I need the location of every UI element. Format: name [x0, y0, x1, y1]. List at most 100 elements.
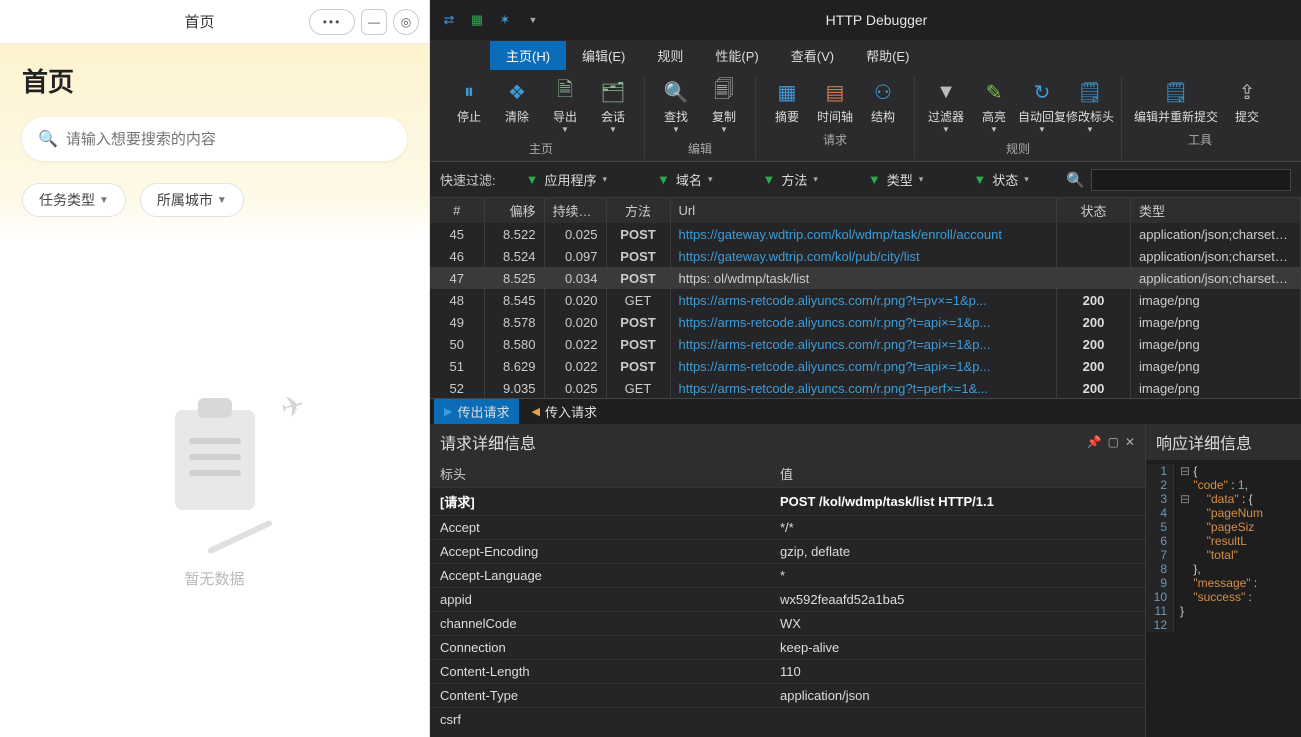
search-icon: 🔍	[38, 129, 58, 149]
ribbon-icon: ▼	[931, 78, 961, 106]
empty-illustration: ✈	[115, 390, 315, 550]
header-row[interactable]: csrf	[430, 708, 1145, 732]
ribbon-button[interactable]: ▼过滤器▼	[923, 76, 969, 136]
table-row[interactable]: 508.5800.022POSThttps://arms-retcode.ali…	[430, 333, 1301, 355]
column-header[interactable]: #	[430, 198, 484, 223]
filter-label: 状态	[992, 170, 1018, 189]
ribbon-button[interactable]: ❖清除	[494, 76, 540, 136]
table-row[interactable]: 518.6290.022POSThttps://arms-retcode.ali…	[430, 355, 1301, 377]
ribbon-tab[interactable]: 性能(P)	[699, 41, 774, 70]
ribbon-button[interactable]: 🗒修改标头▼	[1067, 76, 1113, 136]
filter-city[interactable]: 所属城市 ▼	[140, 183, 244, 217]
header-row[interactable]: Content-Typeapplication/json	[430, 684, 1145, 708]
minimize-button[interactable]: —	[361, 9, 387, 35]
json-line: 11}	[1146, 604, 1301, 618]
ribbon-button[interactable]: 🗐复制▼	[701, 76, 747, 136]
ribbon-button[interactable]: 🗒编辑并重新提交	[1130, 76, 1222, 127]
ribbon-group-title: 主页	[529, 138, 553, 159]
quick-filter-item[interactable]: ▼类型▾	[868, 170, 923, 189]
panel-header: 请求详细信息 📌 ▢ ✕	[430, 424, 1145, 460]
header-row[interactable]: Connectionkeep-alive	[430, 636, 1145, 660]
quick-filter-item[interactable]: ▼应用程序▾	[526, 170, 607, 189]
ribbon-button[interactable]: ✎高亮▼	[971, 76, 1017, 136]
maximize-icon[interactable]: ▢	[1108, 435, 1119, 449]
quick-filter-item[interactable]: ▼方法▾	[762, 170, 817, 189]
ribbon-group: 🗒编辑并重新提交⇪提交工具	[1122, 76, 1278, 159]
ribbon-icon: 🗐	[709, 78, 739, 106]
tab-incoming-request[interactable]: ◀ 传入请求	[521, 399, 606, 424]
ribbon-button[interactable]: 🗎导出▼	[542, 76, 588, 136]
ribbon-button[interactable]: ▤时间轴	[812, 76, 858, 127]
table-row[interactable]: 458.5220.025POSThttps://gateway.wdtrip.c…	[430, 223, 1301, 245]
panel-title: 请求详细信息	[440, 430, 536, 454]
search-box[interactable]: 🔍	[22, 117, 407, 161]
col-header-name: 标头	[430, 460, 770, 488]
table-row[interactable]: 478.5250.034POSThttps: ol/wdmp/task/list…	[430, 267, 1301, 289]
header-row[interactable]: Accept-Language*	[430, 564, 1145, 588]
header-row[interactable]: appidwx592feaafd52a1ba5	[430, 588, 1145, 612]
search-input[interactable]	[66, 131, 391, 148]
ribbon-icon: 🗎	[550, 78, 580, 106]
ribbon-tab[interactable]: 编辑(E)	[566, 41, 641, 70]
ribbon-icon: 🗒	[1161, 78, 1191, 106]
tab-outgoing-request[interactable]: ▶ 传出请求	[434, 399, 519, 424]
ribbon-group-title: 编辑	[688, 138, 712, 159]
column-header[interactable]: Url	[670, 198, 1057, 223]
close-icon[interactable]: ✕	[1125, 435, 1135, 449]
search-icon[interactable]: 🔍	[1066, 171, 1085, 189]
excel-icon[interactable]: ▦	[468, 11, 486, 29]
json-line: 7 "total"	[1146, 548, 1301, 562]
header-row[interactable]: Content-Length110	[430, 660, 1145, 684]
quick-filter-item[interactable]: ▼状态▾	[973, 170, 1028, 189]
ribbon-button[interactable]: 🗂会话▼	[590, 76, 636, 136]
ribbon-tab[interactable]: 查看(V)	[775, 41, 850, 70]
ribbon-tab[interactable]: 规则	[641, 41, 699, 70]
ribbon-tabs: 主页(H)编辑(E)规则性能(P)查看(V)帮助(E)	[430, 40, 1301, 70]
json-viewer[interactable]: 1⊟ {2 "code" : 1,3⊟ "data" : {4 "pageNum…	[1146, 460, 1301, 737]
ribbon-button[interactable]: ⚇结构	[860, 76, 906, 127]
header-row[interactable]: Accept-Encodinggzip, deflate	[430, 540, 1145, 564]
column-header[interactable]: 持续时间	[544, 198, 606, 223]
chevron-down-icon: ▾	[919, 174, 924, 185]
header-row[interactable]: Accept*/*	[430, 516, 1145, 540]
chevron-down-icon: ▼	[217, 195, 227, 206]
ribbon-label: 结构	[871, 108, 895, 125]
filter-label: 所属城市	[157, 190, 213, 210]
ribbon-tab[interactable]: 主页(H)	[490, 41, 566, 70]
filter-label: 任务类型	[39, 190, 95, 210]
menu-button[interactable]: •••	[309, 9, 355, 35]
table-row[interactable]: 488.5450.020GEThttps://arms-retcode.aliy…	[430, 289, 1301, 311]
tab-label: 传出请求	[457, 402, 509, 421]
ribbon-button[interactable]: ▦摘要	[764, 76, 810, 127]
column-header[interactable]: 状态	[1057, 198, 1131, 223]
ribbon-label: 高亮	[982, 108, 1006, 125]
chevron-down-icon[interactable]: ▼	[524, 11, 542, 29]
column-header[interactable]: 方法	[606, 198, 670, 223]
close-target-button[interactable]: ◎	[393, 9, 419, 35]
column-header[interactable]: 偏移	[484, 198, 544, 223]
filter-task-type[interactable]: 任务类型 ▼	[22, 183, 126, 217]
table-row[interactable]: 498.5780.020POSThttps://arms-retcode.ali…	[430, 311, 1301, 333]
titlebar: ⇄ ▦ ✶ ▼ HTTP Debugger	[430, 0, 1301, 40]
column-header[interactable]: 类型	[1131, 198, 1301, 223]
ribbon-icon: 🗂	[598, 78, 628, 106]
ribbon-button[interactable]: 🔍查找▼	[653, 76, 699, 136]
chevron-down-icon: ▼	[99, 195, 109, 206]
quick-filter-item[interactable]: ▼域名▾	[657, 170, 712, 189]
ribbon-tab[interactable]: 帮助(E)	[850, 41, 925, 70]
table-row[interactable]: 529.0350.025GEThttps://arms-retcode.aliy…	[430, 377, 1301, 398]
json-line: 1⊟ {	[1146, 464, 1301, 478]
pin-icon[interactable]: 📌	[1087, 435, 1102, 449]
filter-label: 类型	[887, 170, 913, 189]
debugger-window: ⇄ ▦ ✶ ▼ HTTP Debugger 主页(H)编辑(E)规则性能(P)查…	[430, 0, 1301, 737]
header-row[interactable]: channelCodeWX	[430, 612, 1145, 636]
ribbon-button[interactable]: ↻自动回复▼	[1019, 76, 1065, 136]
table-row[interactable]: 468.5240.097POSThttps://gateway.wdtrip.c…	[430, 245, 1301, 267]
ribbon-button[interactable]: ⏸停止	[446, 76, 492, 136]
chevron-down-icon: ▼	[672, 125, 680, 134]
swap-icon[interactable]: ⇄	[440, 11, 458, 29]
ribbon-icon: 🔍	[661, 78, 691, 106]
grid-search-input[interactable]	[1091, 169, 1291, 191]
ribbon-button[interactable]: ⇪提交	[1224, 76, 1270, 127]
brush-icon[interactable]: ✶	[496, 11, 514, 29]
